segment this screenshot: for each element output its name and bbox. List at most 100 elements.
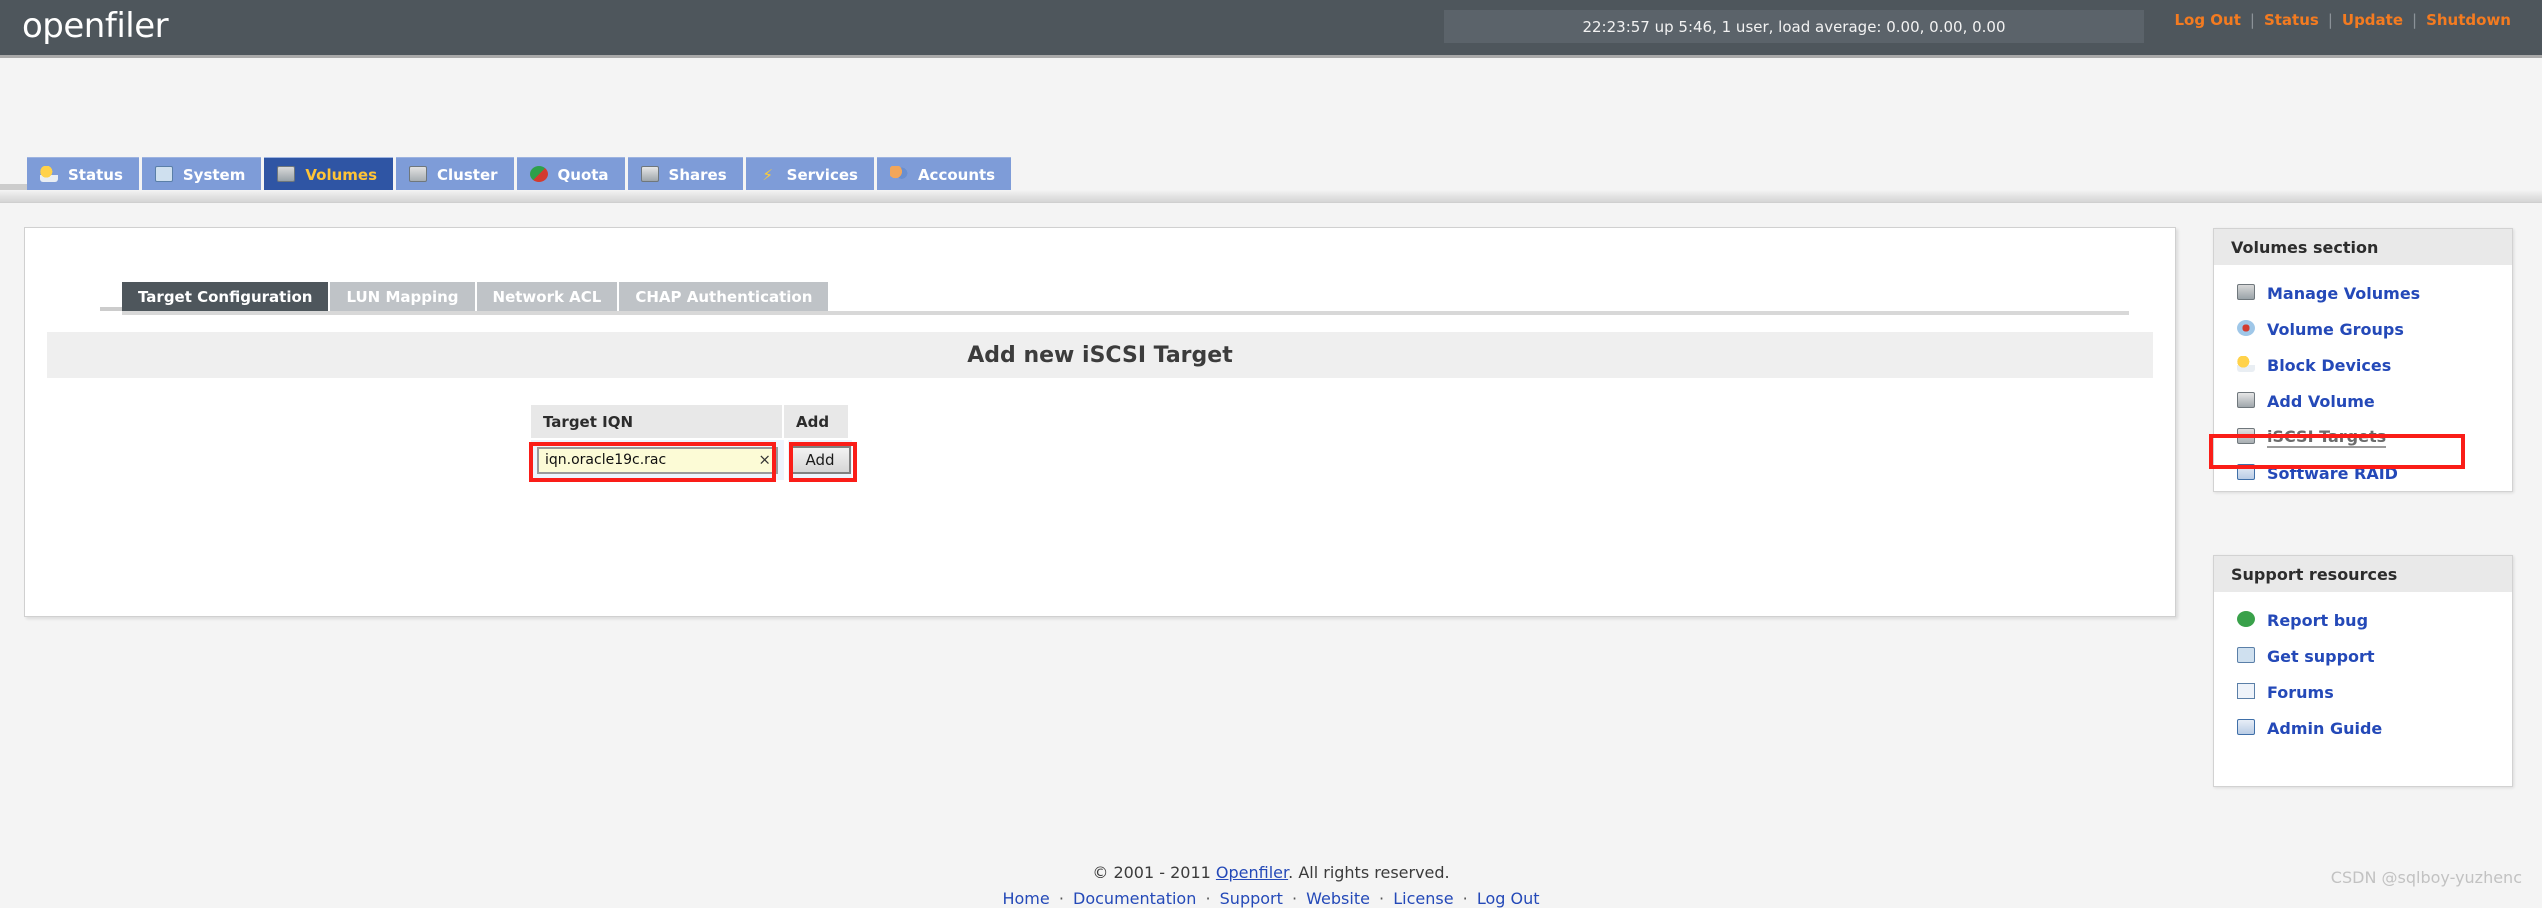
subtab-target-configuration[interactable]: Target Configuration	[122, 282, 329, 311]
sidebar-item-forums[interactable]: Forums	[2214, 674, 2512, 710]
tab-services[interactable]: ⚡ Services	[745, 157, 874, 191]
add-button-cell: Add	[788, 440, 852, 480]
footer-separator-2: ·	[1205, 889, 1211, 908]
sidebar-item-forums-label: Forums	[2267, 682, 2334, 702]
sidebar-item-admin-guide[interactable]: Admin Guide	[2214, 710, 2512, 746]
tabstrip-underline	[0, 190, 2542, 203]
header-link-update[interactable]: Update	[2333, 11, 2412, 29]
sidebar-item-report-bug-label: Report bug	[2267, 610, 2369, 630]
sidebar-item-report-bug[interactable]: Report bug	[2214, 602, 2512, 638]
subtab-lun-mapping-label: LUN Mapping	[346, 287, 459, 306]
sidebar-item-software-raid[interactable]: Software RAID	[2214, 455, 2512, 491]
clear-input-icon[interactable]: ×	[758, 452, 771, 468]
app-header: openfiler 22:23:57 up 5:46, 1 user, load…	[0, 0, 2542, 58]
sidebar-item-add-volume[interactable]: Add Volume	[2214, 383, 2512, 419]
openfiler-logo: openfiler	[22, 6, 169, 46]
subtab-lun-mapping[interactable]: LUN Mapping	[330, 282, 475, 311]
footer-links: Home · Documentation · Support · Website…	[0, 889, 2542, 908]
page-title: Add new iSCSI Target	[967, 342, 1233, 368]
header-nav: Log Out | Status | Update | Shutdown	[2165, 9, 2520, 31]
target-iqn-cell: ×	[531, 440, 784, 480]
sidebar-item-add-volume-label: Add Volume	[2267, 391, 2375, 411]
section-title-bar: Add new iSCSI Target	[47, 332, 2153, 378]
copyright-prefix: © 2001 - 2011	[1092, 863, 1216, 882]
monitor-icon	[154, 165, 174, 184]
header-link-log-out[interactable]: Log Out	[2165, 11, 2249, 29]
block-device-icon	[2236, 356, 2256, 374]
subtab-network-acl-label: Network ACL	[492, 287, 602, 306]
subtab-target-configuration-label: Target Configuration	[138, 287, 313, 306]
tab-services-label: Services	[786, 165, 858, 184]
form-header-row: Target IQN Add	[531, 405, 852, 438]
column-header-add: Add	[784, 405, 848, 438]
uptime-text: 22:23:57 up 5:46, 1 user, load average: …	[1582, 17, 2006, 36]
support-resources-panel: Support resources Report bug Get support…	[2213, 555, 2513, 787]
volumes-section-title: Volumes section	[2214, 229, 2512, 265]
main-tab-bar: Status System Volumes Cluster Quota Shar…	[0, 156, 2542, 191]
header-link-status[interactable]: Status	[2255, 11, 2328, 29]
tab-shares[interactable]: Shares	[627, 157, 743, 191]
footer-link-support[interactable]: Support	[1220, 889, 1283, 908]
tab-accounts-label: Accounts	[917, 165, 996, 184]
footer-link-license[interactable]: License	[1393, 889, 1453, 908]
footer-link-log-out[interactable]: Log Out	[1477, 889, 1540, 908]
sidebar-item-get-support[interactable]: Get support	[2214, 638, 2512, 674]
sidebar-item-get-support-label: Get support	[2267, 646, 2375, 666]
footer-separator-3: ·	[1291, 889, 1298, 908]
subtab-network-acl[interactable]: Network ACL	[476, 282, 618, 311]
tab-status-label: Status	[68, 165, 123, 184]
volumes-section-list: Manage Volumes Volume Groups Block Devic…	[2214, 265, 2512, 491]
tab-volumes-label: Volumes	[305, 165, 378, 184]
footer-link-website[interactable]: Website	[1306, 889, 1370, 908]
footer-separator-1: ·	[1058, 889, 1064, 908]
tab-status[interactable]: Status	[27, 157, 139, 191]
header-link-shutdown[interactable]: Shutdown	[2417, 11, 2520, 29]
subtab-chap-authentication-label: CHAP Authentication	[635, 287, 813, 306]
cluster-icon	[408, 165, 428, 184]
support-icon	[2236, 647, 2256, 665]
sidebar-item-manage-volumes-label: Manage Volumes	[2267, 283, 2421, 303]
add-target-button[interactable]: Add	[789, 446, 851, 474]
copyright-line: © 2001 - 2011 Openfiler. All rights rese…	[0, 863, 2542, 882]
volumes-section-panel: Volumes section Manage Volumes Volume Gr…	[2213, 228, 2513, 492]
sidebar-item-volume-groups[interactable]: Volume Groups	[2214, 311, 2512, 347]
tab-quota[interactable]: Quota	[516, 157, 625, 191]
raid-icon	[2236, 464, 2256, 482]
footer-link-documentation[interactable]: Documentation	[1073, 889, 1196, 908]
sidebar-item-manage-volumes[interactable]: Manage Volumes	[2214, 275, 2512, 311]
subtab-chap-authentication[interactable]: CHAP Authentication	[619, 282, 829, 311]
sidebar-item-admin-guide-label: Admin Guide	[2267, 718, 2383, 738]
footer-separator-4: ·	[1379, 889, 1385, 908]
copyright-suffix: . All rights reserved.	[1288, 863, 1450, 882]
tab-system[interactable]: System	[141, 157, 262, 191]
footer-brand-link[interactable]: Openfiler	[1216, 863, 1288, 882]
add-iscsi-target-form: Target IQN Add × Add	[531, 405, 852, 480]
bug-icon	[2236, 611, 2256, 629]
share-disk-icon	[640, 165, 660, 184]
subtab-underline	[122, 311, 2129, 315]
iscsi-icon	[2236, 428, 2256, 446]
tab-cluster[interactable]: Cluster	[396, 157, 514, 191]
lightning-icon: ⚡	[762, 165, 773, 184]
sun-cloud-icon	[39, 165, 59, 184]
column-header-target-iqn: Target IQN	[531, 405, 784, 438]
uptime-status-box: 22:23:57 up 5:46, 1 user, load average: …	[1444, 10, 2144, 43]
form-body-row: × Add	[531, 440, 852, 480]
add-volume-icon	[2236, 392, 2256, 410]
tab-shares-label: Shares	[668, 165, 727, 184]
target-iqn-input[interactable]	[537, 446, 778, 474]
drive-icon	[2236, 284, 2256, 302]
footer-link-home[interactable]: Home	[1002, 889, 1049, 908]
tab-system-label: System	[182, 165, 246, 184]
sidebar-item-iscsi-targets[interactable]: iSCSI Targets	[2214, 419, 2512, 455]
sidebar-item-volume-groups-label: Volume Groups	[2267, 319, 2404, 339]
footer-separator-5: ·	[1462, 889, 1468, 908]
forum-mail-icon	[2236, 683, 2256, 701]
tab-accounts[interactable]: Accounts	[876, 157, 1012, 191]
sidebar-item-block-devices[interactable]: Block Devices	[2214, 347, 2512, 383]
support-resources-list: Report bug Get support Forums Admin Guid…	[2214, 592, 2512, 746]
tab-cluster-label: Cluster	[437, 165, 498, 184]
sidebar-item-iscsi-targets-label: iSCSI Targets	[2267, 426, 2387, 448]
tab-volumes[interactable]: Volumes	[264, 157, 394, 191]
volume-icon	[276, 165, 296, 184]
